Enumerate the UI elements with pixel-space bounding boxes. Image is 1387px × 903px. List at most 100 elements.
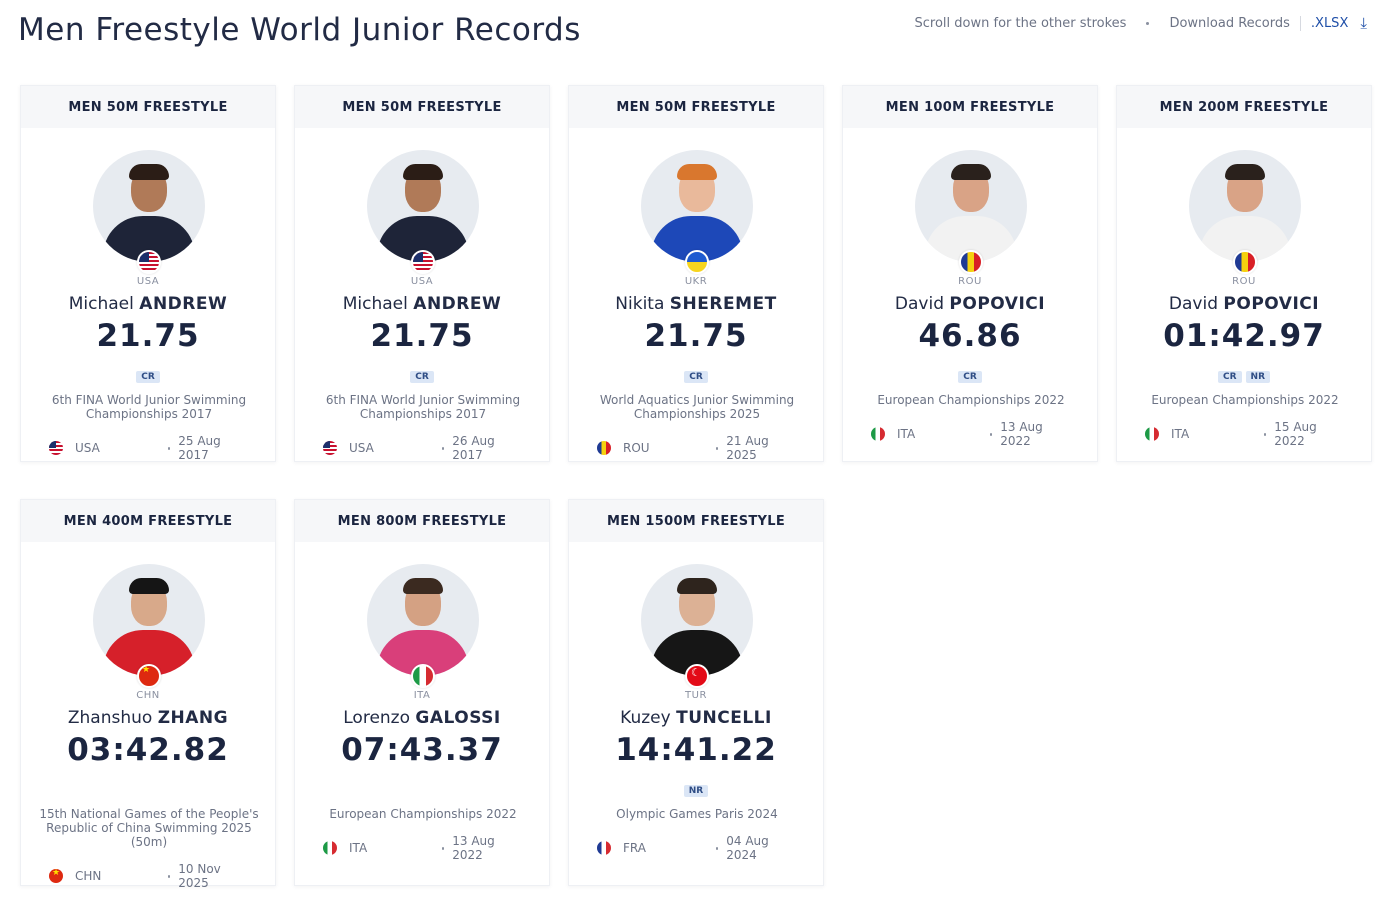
card-body: TUR Kuzey TUNCELLI 14:41.22 NR Olympic Games… <box>569 542 823 887</box>
record-card[interactable]: MEN 50M FREESTYLE USA Michael ANDREW 21.75 C… <box>20 85 276 462</box>
page-title: Men Freestyle World Junior Records <box>18 12 581 48</box>
discipline-title: MEN 200M FREESTYLE <box>1117 86 1371 128</box>
athlete-first-name: Lorenzo <box>343 708 410 728</box>
discipline-title: MEN 1500M FREESTYLE <box>569 500 823 542</box>
athlete-name[interactable]: Kuzey TUNCELLI <box>569 708 823 728</box>
athlete-country: USA <box>136 276 160 287</box>
athlete-name[interactable]: Michael ANDREW <box>295 294 549 314</box>
record-card[interactable]: MEN 400M FREESTYLE CHN Zhanshuo ZHANG 03:42… <box>20 499 276 890</box>
card-body: ROU David POPOVICI 46.86 CR European Champio… <box>843 128 1097 463</box>
athlete-photo <box>367 564 479 676</box>
fra-flag-icon <box>597 841 611 855</box>
record-badge: CR <box>958 371 982 383</box>
athlete-first-name: David <box>894 294 945 314</box>
athlete-hair <box>129 578 169 594</box>
usa-flag-icon <box>411 250 435 274</box>
record-time: 46.86 <box>918 318 1022 354</box>
record-card[interactable]: MEN 100M FREESTYLE ROU David POPOVICI 46.86… <box>842 85 1098 462</box>
athlete-hair <box>403 578 443 594</box>
athlete-name[interactable]: Zhanshuo ZHANG <box>21 708 275 728</box>
athlete-last-name: POPOVICI <box>949 294 1046 314</box>
record-date: 15 Aug 2022 <box>1274 420 1317 448</box>
scroll-hint: Scroll down for the other strokes <box>914 15 1127 31</box>
record-venue-date: ROU 21 Aug 2025 <box>597 434 795 462</box>
card-body: ROU David POPOVICI 01:42.97 CR NR European Ch… <box>1117 128 1371 463</box>
download-xlsx-link[interactable]: .XLSX <box>1299 15 1348 31</box>
record-card[interactable]: MEN 200M FREESTYLE ROU David POPOVICI 01:42… <box>1116 85 1372 462</box>
record-date: 26 Aug 2017 <box>452 434 495 462</box>
record-venue-date: CHN 10 Nov 2025 <box>49 862 247 890</box>
athlete-photo <box>1189 150 1301 262</box>
record-card[interactable]: MEN 50M FREESTYLE USA Michael ANDREW 21.75 C… <box>294 85 550 462</box>
record-date: 25 Aug 2017 <box>178 434 221 462</box>
venue-country: CHN <box>75 869 102 883</box>
card-body: CHN Zhanshuo ZHANG 03:42.82 15th National G… <box>21 542 275 890</box>
athlete-name[interactable]: Lorenzo GALOSSI <box>295 708 549 728</box>
record-badge: CR <box>1217 371 1242 383</box>
record-badge: CR <box>136 371 160 383</box>
athlete-name[interactable]: David POPOVICI <box>843 294 1097 314</box>
record-card[interactable]: MEN 1500M FREESTYLE TUR Kuzey TUNCELLI 14:4… <box>568 499 824 886</box>
athlete-name[interactable]: Michael ANDREW <box>21 294 275 314</box>
competition-name: 15th National Games of the People's Repu… <box>39 807 259 849</box>
card-body: UKR Nikita SHEREMET 21.75 CR World Aquatics … <box>569 128 823 463</box>
ita-flag-icon <box>411 664 435 688</box>
athlete-first-name: David <box>1168 294 1219 314</box>
record-badge: CR <box>684 371 708 383</box>
record-card[interactable]: MEN 50M FREESTYLE UKR Nikita SHEREMET 21.75… <box>568 85 824 462</box>
record-venue-date: USA 26 Aug 2017 <box>323 434 521 462</box>
athlete-hair <box>403 164 443 180</box>
rou-flag-icon <box>1233 250 1257 274</box>
competition-name: European Championships 2022 <box>877 393 1065 407</box>
ukr-flag-icon <box>685 250 709 274</box>
record-date: 13 Aug 2022 <box>1000 420 1043 448</box>
record-card[interactable]: MEN 800M FREESTYLE ITA Lorenzo GALOSSI 07:4… <box>294 499 550 886</box>
athlete-photo <box>93 564 205 676</box>
athlete-name[interactable]: Nikita SHEREMET <box>569 294 823 314</box>
competition-name: 6th FINA World Junior Swimming Champions… <box>325 393 521 421</box>
athlete-first-name: Michael <box>68 294 134 314</box>
record-time: 01:42.97 <box>1163 318 1325 354</box>
ita-flag-icon <box>871 427 885 441</box>
record-date: 04 Aug 2024 <box>726 834 769 862</box>
record-venue-date: FRA 04 Aug 2024 <box>597 834 795 862</box>
usa-flag-icon <box>49 441 63 455</box>
record-venue-date: ITA 13 Aug 2022 <box>871 420 1069 448</box>
record-venue-date: ITA 13 Aug 2022 <box>323 834 521 862</box>
athlete-country: UKR <box>684 276 708 287</box>
athlete-name[interactable]: David POPOVICI <box>1117 294 1371 314</box>
record-badges: CR <box>21 371 275 383</box>
download-icon[interactable]: ⤓ <box>1360 14 1367 32</box>
record-time: 21.75 <box>370 318 474 354</box>
rou-flag-icon <box>597 441 611 455</box>
separator-dot <box>989 432 993 436</box>
venue-country: ROU <box>623 441 650 455</box>
athlete-photo <box>641 150 753 262</box>
athlete-last-name: TUNCELLI <box>676 708 772 728</box>
venue-country: ITA <box>897 427 916 441</box>
athlete-first-name: Kuzey <box>620 708 671 728</box>
separator-dot <box>167 874 171 878</box>
record-badges: CR <box>295 371 549 383</box>
discipline-title: MEN 50M FREESTYLE <box>295 86 549 128</box>
athlete-hair <box>1225 164 1265 180</box>
athlete-country: ITA <box>413 690 431 701</box>
card-body: USA Michael ANDREW 21.75 CR 6th FINA World J… <box>21 128 275 463</box>
ita-flag-icon <box>1145 427 1159 441</box>
separator-dot <box>715 846 719 850</box>
athlete-photo <box>367 150 479 262</box>
record-time: 14:41.22 <box>615 732 777 768</box>
record-badge: CR <box>410 371 434 383</box>
venue-country: USA <box>75 441 100 455</box>
record-venue-date: USA 25 Aug 2017 <box>49 434 247 462</box>
athlete-hair <box>677 578 717 594</box>
separator-dot <box>715 446 719 450</box>
athlete-last-name: POPOVICI <box>1223 294 1320 314</box>
athlete-last-name: ANDREW <box>139 294 228 314</box>
discipline-title: MEN 50M FREESTYLE <box>21 86 275 128</box>
record-badges: CR NR <box>1117 371 1371 383</box>
record-date: 13 Aug 2022 <box>452 834 495 862</box>
venue-country: ITA <box>349 841 368 855</box>
record-badges: CR <box>569 371 823 383</box>
venue-country: FRA <box>623 841 646 855</box>
